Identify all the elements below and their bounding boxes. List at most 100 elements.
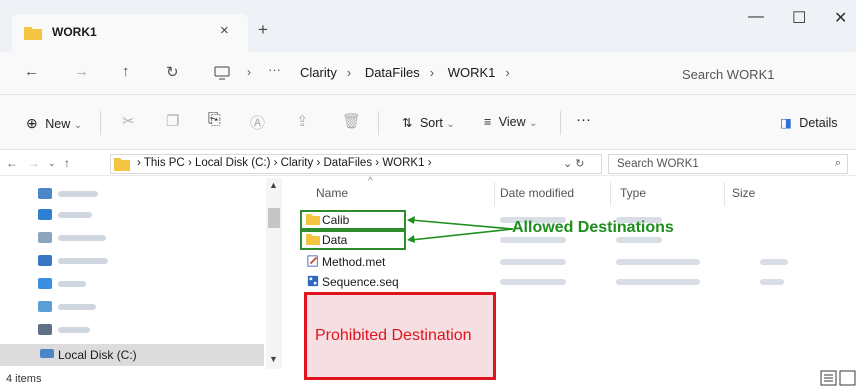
search-input[interactable]: Search WORK1 (646, 60, 846, 88)
back-button[interactable]: ← (6, 156, 18, 170)
monitor-icon (214, 66, 230, 80)
chevron-right-icon: › (427, 157, 432, 169)
breadcrumb-item[interactable]: WORK1 (448, 65, 496, 80)
file-name: Sequence.seq (322, 275, 399, 289)
nav-item-label: Local Disk (C:) (58, 348, 137, 362)
scroll-up-icon[interactable]: ▲ (269, 180, 278, 190)
chevron-right-icon: › (273, 157, 278, 169)
nav-scrollbar[interactable]: ▲ ▼ (266, 178, 282, 369)
blurred-type (616, 237, 662, 243)
details-label: Details (799, 116, 838, 130)
up-button[interactable]: ↑ (122, 63, 130, 80)
file-row[interactable]: Sequence.seq (300, 272, 820, 292)
breadcrumb: Clarity › DataFiles › WORK1 › (300, 65, 520, 80)
details-button[interactable]: ◨ Details (780, 115, 838, 130)
classic-search-input[interactable]: Search WORK1 ⌕ (608, 154, 848, 174)
cut-icon[interactable]: ✂ (122, 112, 135, 130)
maximize-button[interactable]: ☐ (792, 8, 806, 28)
copy-icon[interactable]: ❐ (166, 112, 179, 130)
address-dropdown-icon[interactable]: ⌄ ↻ (563, 157, 585, 170)
address-bar-row: ← → ↑ ↻ › ··· Clarity › DataFiles › WORK1 ›… (0, 52, 856, 94)
share-icon[interactable]: ⇪ (296, 112, 309, 130)
blurred-label (58, 281, 86, 287)
blurred-date (500, 279, 566, 285)
divider (378, 111, 379, 135)
videos-icon (38, 324, 52, 335)
prohibited-destination-area: Prohibited Destination (304, 292, 496, 380)
path-item[interactable]: Clarity (281, 157, 314, 169)
drive-icon (40, 349, 54, 358)
folder-icon (114, 158, 130, 171)
file-row[interactable]: Method.met (300, 252, 820, 272)
new-button[interactable]: ⊕ New ⌄ (26, 115, 82, 132)
3d-objects-icon (38, 188, 52, 199)
blurred-type (616, 259, 700, 265)
scroll-thumb[interactable] (268, 208, 280, 228)
chevron-right-icon: › (375, 157, 380, 169)
chevron-right-icon: › (505, 65, 510, 80)
rename-icon[interactable]: Ⓐ (250, 112, 265, 133)
refresh-button[interactable]: ↻ (166, 63, 179, 81)
prohibited-destination-label: Prohibited Destination (315, 327, 472, 344)
chevron-right-icon: › (137, 157, 141, 169)
breadcrumb-item[interactable]: Clarity (300, 65, 337, 80)
up-button[interactable]: ↑ (64, 156, 70, 170)
back-button[interactable]: ← (24, 63, 39, 80)
more-options-button[interactable]: ··· (576, 111, 591, 128)
blurred-label (58, 212, 92, 218)
details-pane-icon: ◨ (780, 116, 792, 130)
path-item[interactable]: This PC (144, 157, 185, 169)
chevron-down-icon: ⌄ (73, 120, 83, 131)
column-header-name[interactable]: Name (316, 186, 348, 200)
file-name: Method.met (322, 255, 386, 269)
chevron-down-icon: ⌄ (446, 119, 455, 130)
sort-icon: ⇅ (402, 116, 413, 130)
forward-button[interactable]: → (74, 63, 89, 80)
blurred-size (760, 259, 788, 265)
scroll-down-icon[interactable]: ▼ (269, 354, 278, 364)
column-header-type[interactable]: Type (620, 186, 646, 200)
address-path-box[interactable]: › This PC › Local Disk (C:) › Clarity › … (110, 154, 602, 174)
delete-icon[interactable]: 🗑 (342, 112, 361, 130)
tab-work1[interactable]: WORK1 × (12, 14, 248, 52)
divider (560, 111, 561, 135)
path-item[interactable]: Local Disk (C:) (195, 157, 270, 169)
breadcrumb-overflow-button[interactable]: ··· (268, 62, 281, 77)
path-item[interactable]: DataFiles (324, 157, 373, 169)
address-path: › This PC › Local Disk (C:) › Clarity › … (137, 157, 432, 169)
plus-circle-icon: ⊕ (26, 115, 38, 131)
nav-item-local-disk[interactable]: Local Disk (C:) (0, 344, 264, 366)
recent-locations-icon[interactable]: ⌄ (48, 158, 56, 169)
tab-title: WORK1 (52, 25, 97, 39)
column-header-size[interactable]: Size (732, 186, 755, 200)
view-icon: ≡ (484, 115, 492, 129)
paste-icon[interactable]: ⎘ (208, 111, 221, 129)
chevron-down-icon: ⌄ (529, 118, 538, 129)
new-tab-button[interactable]: + (258, 20, 268, 40)
forward-button[interactable]: → (28, 156, 40, 170)
allowed-destination-highlight (300, 210, 406, 230)
pictures-icon (38, 301, 52, 312)
folder-icon (24, 27, 42, 40)
navigation-pane: Local Disk (C:) ▲ ▼ (0, 178, 282, 369)
breadcrumb-item[interactable]: DataFiles (365, 65, 420, 80)
downloads-icon (38, 255, 52, 266)
column-header-date[interactable]: Date modified (500, 186, 574, 200)
view-label: View (498, 115, 526, 129)
view-mode-icons[interactable] (820, 369, 856, 387)
minimize-button[interactable]: — (748, 8, 764, 26)
close-window-button[interactable]: ✕ (834, 8, 847, 28)
column-divider (610, 182, 611, 206)
column-divider (724, 182, 725, 206)
view-button[interactable]: ≡ View ⌄ (484, 115, 538, 129)
path-item[interactable]: WORK1 (382, 157, 424, 169)
tab-close-icon[interactable]: × (220, 22, 229, 39)
chevron-right-icon: › (187, 157, 192, 169)
blurred-label (58, 235, 106, 241)
chevron-right-icon: › (346, 65, 352, 80)
desktop-icon (38, 209, 52, 220)
sort-button[interactable]: ⇅ Sort ⌄ (402, 115, 455, 130)
search-placeholder: Search WORK1 (617, 158, 699, 170)
search-icon: ⌕ (834, 157, 841, 169)
allowed-destinations-label: Allowed Destinations (512, 219, 674, 236)
